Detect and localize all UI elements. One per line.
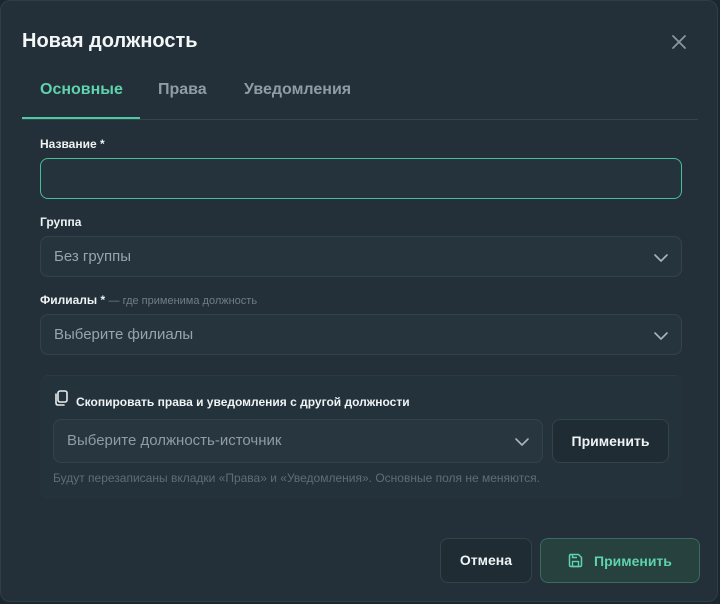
apply-button[interactable]: Применить bbox=[540, 538, 700, 583]
name-input[interactable] bbox=[41, 159, 681, 198]
cancel-button[interactable]: Отмена bbox=[440, 538, 532, 583]
close-button[interactable] bbox=[669, 32, 689, 52]
active-tab-indicator bbox=[22, 117, 140, 119]
source-position-placeholder: Выберите должность-источник bbox=[67, 432, 282, 449]
apply-button-label: Применить bbox=[594, 553, 672, 569]
dialog-title: Новая должность bbox=[22, 30, 198, 52]
name-field[interactable] bbox=[40, 158, 682, 199]
save-icon bbox=[568, 553, 583, 568]
branches-hint: — где применима должность bbox=[108, 295, 258, 307]
tab-notifications[interactable]: Уведомления bbox=[244, 81, 351, 119]
copy-icon bbox=[55, 390, 68, 406]
chevron-down-icon bbox=[654, 332, 668, 340]
tab-bar: Основные Права Уведомления bbox=[22, 69, 698, 120]
branches-label: Филиалы * — где применима должность bbox=[40, 293, 257, 307]
branches-select-placeholder: Выберите филиалы bbox=[54, 326, 194, 343]
copy-section-title: Скопировать права и уведомления с другой… bbox=[76, 395, 410, 409]
group-label: Группа bbox=[40, 215, 82, 229]
branches-select[interactable]: Выберите филиалы bbox=[40, 314, 682, 355]
copy-note: Будут перезаписаны вкладки «Права» и «Ув… bbox=[53, 471, 540, 485]
copy-permissions-section: Скопировать права и уведомления с другой… bbox=[40, 375, 682, 499]
name-label: Название * bbox=[40, 137, 105, 151]
copy-apply-button[interactable]: Применить bbox=[552, 419, 669, 463]
source-position-select[interactable]: Выберите должность-источник bbox=[53, 419, 543, 463]
group-select[interactable]: Без группы bbox=[40, 236, 682, 277]
chevron-down-icon bbox=[515, 438, 529, 446]
close-icon bbox=[672, 35, 686, 49]
branches-label-text: Филиалы * bbox=[40, 293, 106, 307]
tab-rights[interactable]: Права bbox=[158, 81, 207, 119]
new-position-dialog: Новая должность Основные Права Уведомлен… bbox=[0, 0, 718, 602]
chevron-down-icon bbox=[654, 254, 668, 262]
group-select-value: Без группы bbox=[54, 248, 132, 265]
tab-general[interactable]: Основные bbox=[40, 81, 123, 119]
